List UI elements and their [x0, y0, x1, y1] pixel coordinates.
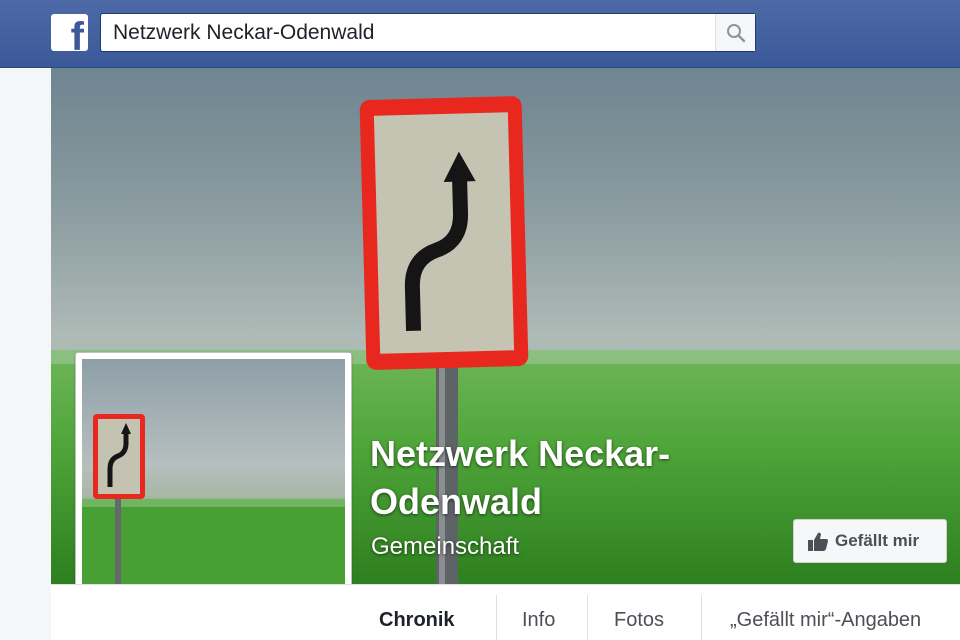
- page-title: Netzwerk Neckar- Odenwald: [370, 430, 750, 526]
- tab-likes[interactable]: „Gefällt mir“-Angaben: [730, 585, 921, 640]
- thumbs-up-icon: [808, 532, 828, 551]
- tab-chronik[interactable]: Chronik: [379, 585, 455, 640]
- road-sign: [359, 96, 529, 370]
- left-gutter: [0, 68, 51, 640]
- page-title-line1: Netzwerk Neckar-: [370, 433, 671, 474]
- search-input[interactable]: [101, 14, 715, 51]
- like-button-label: Gefällt mir: [835, 531, 920, 550]
- tab-info[interactable]: Info: [522, 585, 555, 640]
- facebook-logo-icon[interactable]: f: [51, 14, 88, 51]
- tab-fotos[interactable]: Fotos: [614, 585, 664, 640]
- tab-divider: [701, 595, 702, 640]
- top-navigation-bar: f: [0, 0, 960, 68]
- search-button[interactable]: [715, 14, 755, 51]
- tab-divider: [496, 595, 497, 640]
- search-bar: [100, 13, 756, 52]
- facebook-logo-glyph: f: [70, 15, 84, 51]
- page-tab-bar: Chronik Info Fotos „Gefällt mir“-Angaben: [51, 584, 960, 640]
- like-page-button[interactable]: Gefällt mir: [793, 519, 947, 563]
- page-title-line2: Odenwald: [370, 481, 543, 522]
- search-icon: [727, 24, 746, 43]
- tab-divider: [587, 595, 588, 640]
- page-category: Gemeinschaft: [371, 533, 520, 560]
